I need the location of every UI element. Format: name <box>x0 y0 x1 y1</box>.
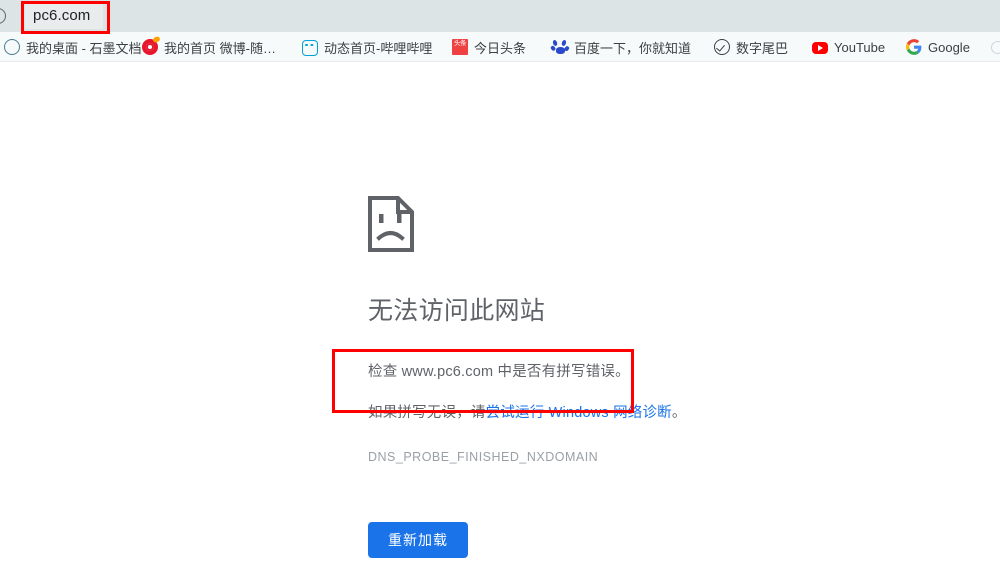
google-icon <box>906 39 922 55</box>
weibo-icon <box>142 39 158 55</box>
bookmark-shuzi-weiba[interactable]: 数字尾巴 <box>714 32 788 62</box>
run-network-diagnostics-link[interactable]: 尝试运行 Windows 网络诊断 <box>486 405 672 421</box>
bookmark-label: 百度一下，你就知道 <box>574 40 692 56</box>
reload-icon[interactable] <box>0 8 6 24</box>
address-bar-text: pc6.com <box>33 7 91 24</box>
youtube-icon <box>812 42 828 54</box>
error-host: www.pc6.com <box>401 364 494 380</box>
bookmark-label: 今日头条 <box>474 40 527 56</box>
bookmark-label: YouTube <box>834 39 886 55</box>
error-page: 无法访问此网站 检查 www.pc6.com 中是否有拼写错误。 如果拼写无误，… <box>0 63 1000 580</box>
bookmark-label: 动态首页-哔哩哔哩 <box>324 40 433 56</box>
reload-button[interactable]: 重新加载 <box>368 522 468 558</box>
diagnostics-suffix: 。 <box>671 405 687 421</box>
bookmark-label: 数字尾巴 <box>736 40 789 56</box>
bookmark-shimo-docs[interactable]: 我的桌面 - 石墨文档 <box>4 32 142 62</box>
sad-page-icon <box>368 196 414 252</box>
bookmark-overflow-icon[interactable] <box>991 41 1000 54</box>
shimo-docs-icon <box>4 39 20 55</box>
browser-toolbar: pc6.com <box>0 0 1000 34</box>
error-desc-suffix: 中是否有拼写错误。 <box>493 364 630 380</box>
error-content: 无法访问此网站 检查 www.pc6.com 中是否有拼写错误。 如果拼写无误，… <box>368 196 928 558</box>
bookmarks-bar: 我的桌面 - 石墨文档 我的首页 微博-随… 动态首页-哔哩哔哩 头条 今日头条… <box>0 32 1000 62</box>
bookmark-baidu[interactable]: 百度一下，你就知道 <box>549 32 692 62</box>
bookmark-label: 我的桌面 - 石墨文档 <box>26 40 142 56</box>
bilibili-icon <box>302 39 318 56</box>
bookmark-bilibili[interactable]: 动态首页-哔哩哔哩 <box>302 32 432 62</box>
address-bar[interactable]: pc6.com <box>25 2 103 29</box>
baidu-icon <box>549 39 570 55</box>
bookmark-label: 我的首页 微博-随… <box>164 40 276 56</box>
browser-chrome: pc6.com 我的桌面 - 石墨文档 我的首页 微博-随… 动态首页-哔哩哔哩… <box>0 0 1000 62</box>
error-desc-prefix: 检查 <box>368 364 402 380</box>
shuzi-weiba-icon <box>714 39 730 55</box>
bookmark-youtube[interactable]: YouTube <box>812 32 885 62</box>
error-description-host: 检查 www.pc6.com 中是否有拼写错误。 <box>368 361 928 383</box>
page-title: 无法访问此网站 <box>368 297 546 325</box>
toutiao-icon: 头条 <box>452 39 468 55</box>
bookmark-label: Google <box>928 39 970 55</box>
error-description-diagnostics: 如果拼写无误，请尝试运行 Windows 网络诊断。 <box>368 402 928 424</box>
bookmark-weibo[interactable]: 我的首页 微博-随… <box>142 32 276 62</box>
diagnostics-prefix: 如果拼写无误，请 <box>368 405 486 421</box>
error-code: DNS_PROBE_FINISHED_NXDOMAIN <box>368 450 599 464</box>
bookmark-toutiao[interactable]: 头条 今日头条 <box>452 32 526 62</box>
bookmark-google[interactable]: Google <box>906 32 970 62</box>
